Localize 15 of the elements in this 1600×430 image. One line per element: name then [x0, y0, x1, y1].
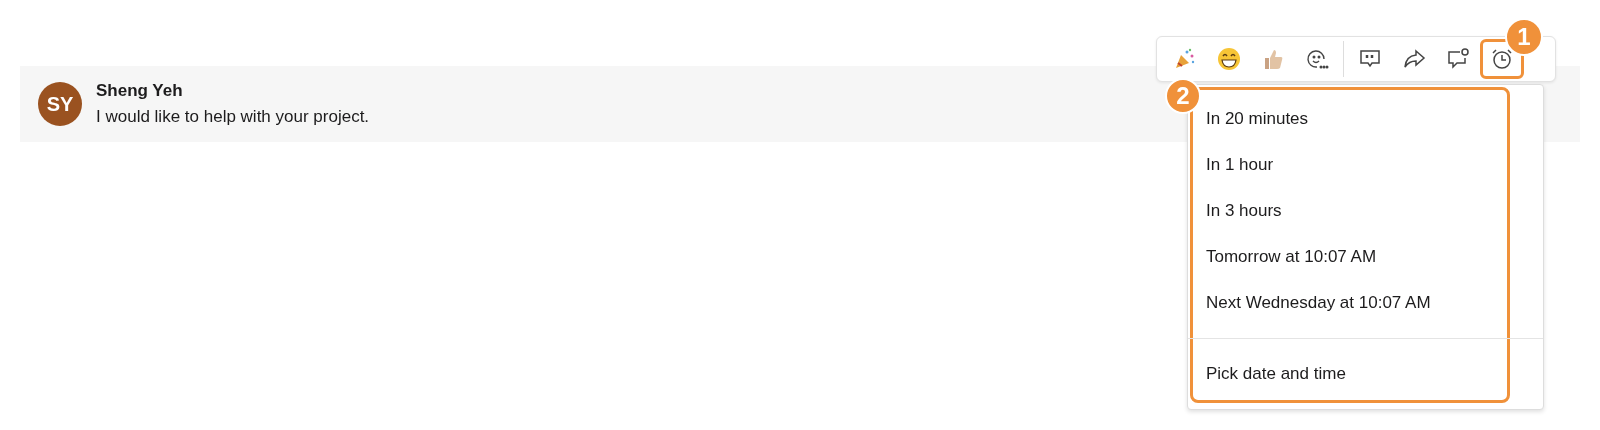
- menu-item[interactable]: Next Wednesday at 10:07 AM: [1204, 280, 1431, 326]
- avatar: SY: [38, 82, 82, 126]
- message-text: I would like to help with your project.: [96, 107, 370, 127]
- menu-item[interactable]: Tomorrow at 10:07 AM: [1204, 234, 1377, 280]
- reply-thread-icon: [1446, 47, 1470, 71]
- add-reaction-icon: [1305, 47, 1329, 71]
- menu-item[interactable]: In 1 hour: [1204, 142, 1274, 188]
- author-name: Sheng Yeh: [96, 81, 184, 101]
- grinning-face-icon: [1217, 47, 1241, 71]
- menu-item[interactable]: Pick date and time: [1204, 351, 1346, 397]
- menu-item[interactable]: In 3 hours: [1204, 188, 1282, 234]
- party-popper-icon: [1173, 47, 1197, 71]
- callout-badge: 1: [1505, 18, 1543, 56]
- menu-item[interactable]: In 20 minutes: [1204, 96, 1309, 142]
- alarm-clock-icon: [1490, 47, 1514, 71]
